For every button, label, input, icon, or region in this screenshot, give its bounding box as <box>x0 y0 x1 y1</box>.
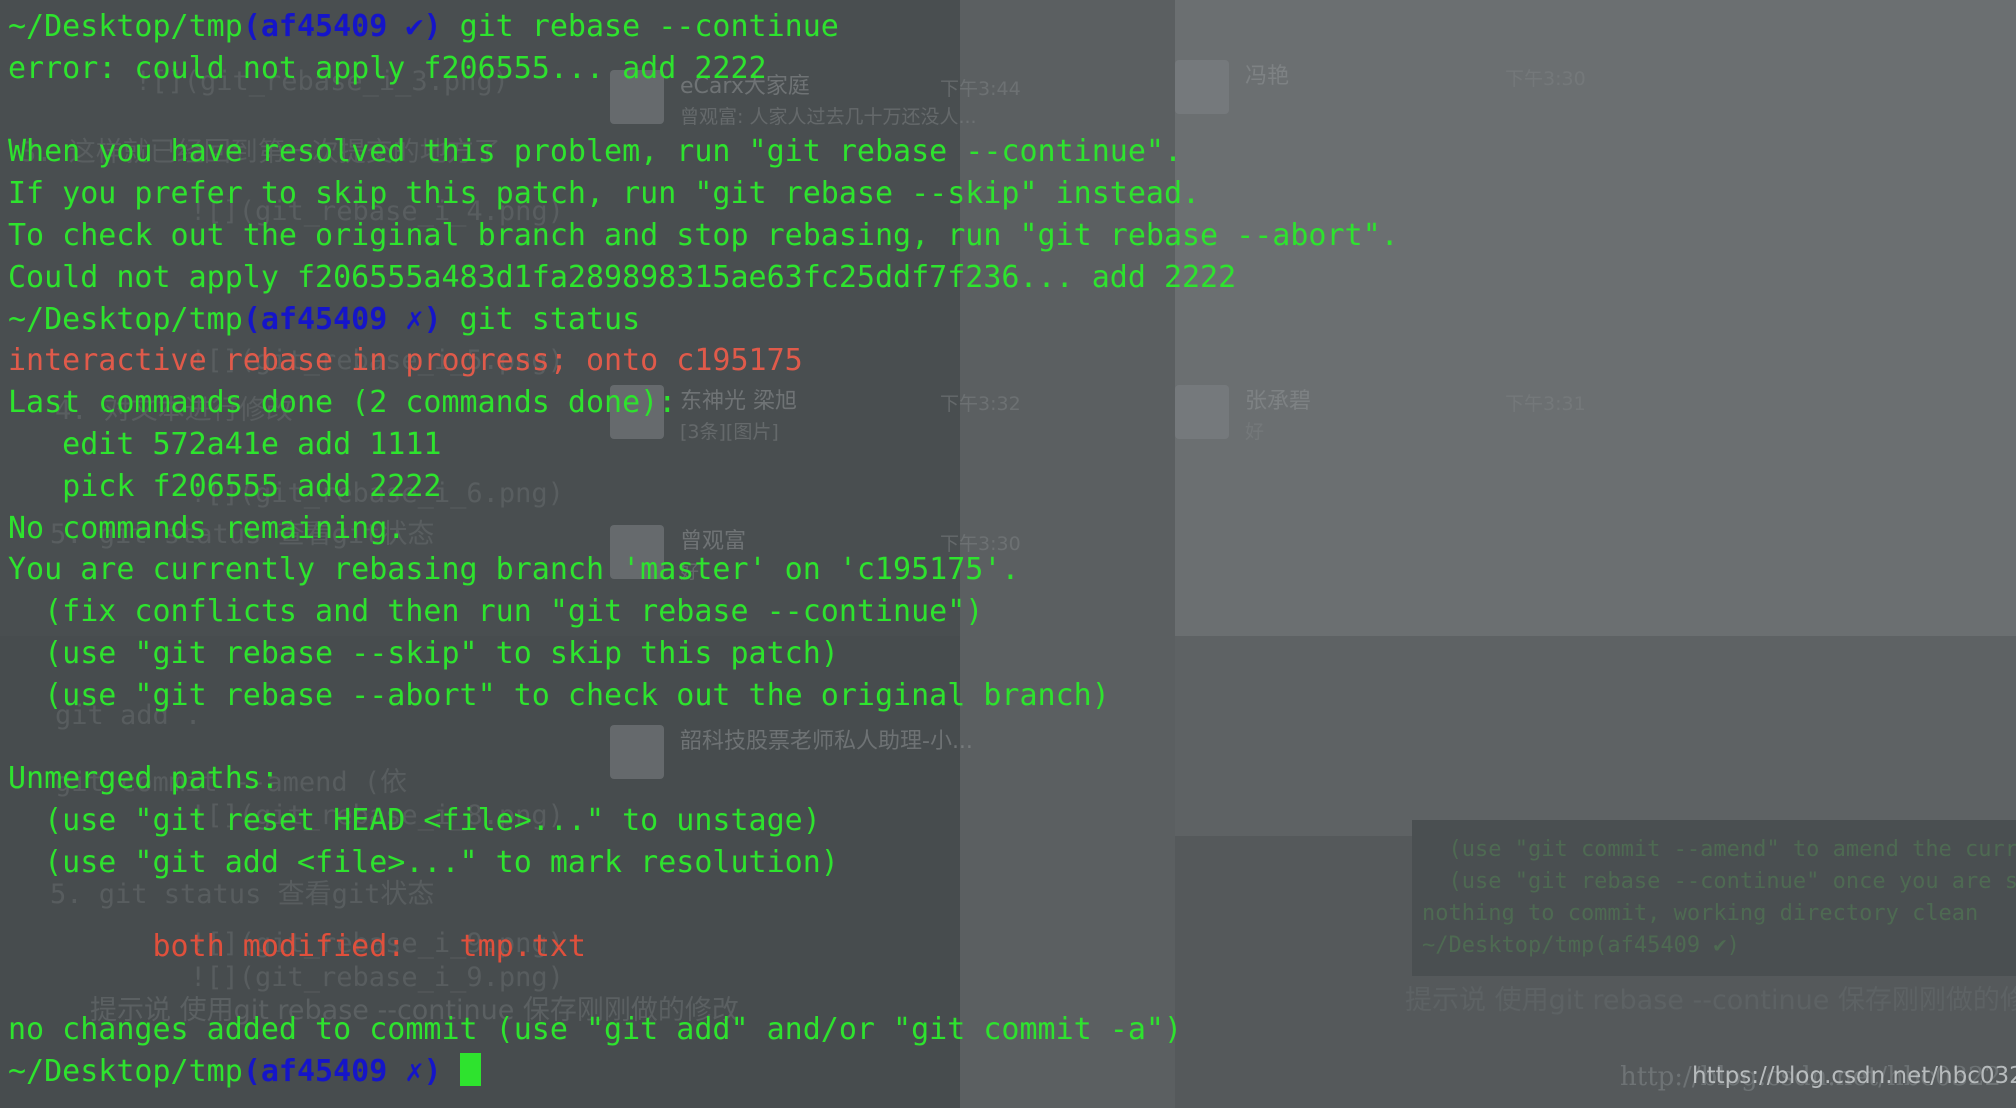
terminal-line: ~/Desktop/tmp(af45409 ✔) git rebase --co… <box>8 6 2016 48</box>
terminal-text: (fix conflicts and then run "git rebase … <box>8 594 984 630</box>
terminal-output[interactable]: ~/Desktop/tmp(af45409 ✔) git rebase --co… <box>0 0 2016 1093</box>
terminal-line: You are currently rebasing branch 'maste… <box>8 549 2016 591</box>
terminal-text: ~/Desktop/tmp <box>8 301 243 337</box>
terminal-text: Unmerged paths: <box>8 761 279 797</box>
terminal-text: To check out the original branch and sto… <box>8 217 1399 253</box>
terminal-line: interactive rebase in progress; onto c19… <box>8 340 2016 382</box>
terminal-text: Could not apply f206555a483d1fa289898315… <box>8 259 1237 295</box>
terminal-line: Unmerged paths: <box>8 758 2016 800</box>
terminal-text: (use "git reset HEAD <file>..." to unsta… <box>8 803 821 839</box>
terminal-text: pick f206555 add 2222 <box>8 468 442 504</box>
terminal-text: git status <box>459 301 641 337</box>
terminal-text: ) <box>423 1053 460 1089</box>
terminal-text: (use "git rebase --skip" to skip this pa… <box>8 635 839 671</box>
terminal-line: edit 572a41e add 1111 <box>8 424 2016 466</box>
terminal-text: When you have resolved this problem, run… <box>8 134 1182 170</box>
screen: ![](git_rebase_i_3.png) 3. 这样就已经回到第一次提交的地… <box>0 0 2016 1108</box>
terminal-text: ~/Desktop/tmp <box>8 9 243 44</box>
terminal-text: git rebase --continue <box>459 9 839 44</box>
terminal-text: (af45409 <box>242 301 406 337</box>
terminal-text: ) <box>423 9 460 44</box>
terminal-line: Last commands done (2 commands done): <box>8 382 2016 424</box>
terminal-line: (use "git reset HEAD <file>..." to unsta… <box>8 800 2016 842</box>
terminal-text: You are currently rebasing branch 'maste… <box>8 552 1020 588</box>
terminal-line: ~/Desktop/tmp(af45409 ✗) git status <box>8 299 2016 341</box>
terminal-text: ) <box>423 301 460 337</box>
terminal-cursor <box>459 1052 481 1086</box>
terminal-text: Last commands done (2 commands done): <box>8 385 677 421</box>
terminal-line: no changes added to commit (use "git add… <box>8 1009 2016 1051</box>
terminal-text: (use "git rebase --abort" to check out t… <box>8 677 1110 713</box>
terminal-text: no changes added to commit (use "git add… <box>8 1012 1182 1048</box>
terminal-text: ✔ <box>405 9 424 44</box>
terminal-line: If you prefer to skip this patch, run "g… <box>8 173 2016 215</box>
terminal-text: ~/Desktop/tmp <box>8 1053 243 1089</box>
terminal-line: pick f206555 add 2222 <box>8 466 2016 508</box>
terminal-line: To check out the original branch and sto… <box>8 215 2016 257</box>
terminal-text: interactive rebase in progress; onto c19… <box>8 343 803 379</box>
terminal-text: If you prefer to skip this patch, run "g… <box>8 176 1201 212</box>
terminal-line: error: could not apply f206555... add 22… <box>8 48 2016 90</box>
terminal-text: edit 572a41e add 1111 <box>8 426 442 462</box>
terminal-line: (use "git rebase --skip" to skip this pa… <box>8 633 2016 675</box>
terminal-line: (use "git rebase --abort" to check out t… <box>8 675 2016 717</box>
terminal-line: (use "git add <file>..." to mark resolut… <box>8 842 2016 884</box>
terminal-text: error: could not apply f206555... add 22… <box>8 50 767 86</box>
terminal-line: No commands remaining. <box>8 508 2016 550</box>
terminal-line: Could not apply f206555a483d1fa289898315… <box>8 257 2016 299</box>
terminal-text: both modified: tmp.txt <box>8 928 586 964</box>
terminal-text: No commands remaining. <box>8 510 406 546</box>
terminal-line: both modified: tmp.txt <box>8 926 2016 968</box>
terminal-line: (fix conflicts and then run "git rebase … <box>8 591 2016 633</box>
terminal-text: (use "git add <file>..." to mark resolut… <box>8 844 839 880</box>
terminal-text: ✗ <box>405 301 424 337</box>
terminal-text: (af45409 <box>242 9 406 44</box>
terminal-text: ✗ <box>405 1053 424 1089</box>
watermark-text: https://blog.csdn.net/hbc0322 <box>1692 1063 2016 1089</box>
terminal-line: When you have resolved this problem, run… <box>8 131 2016 173</box>
terminal-text: (af45409 <box>242 1053 406 1089</box>
